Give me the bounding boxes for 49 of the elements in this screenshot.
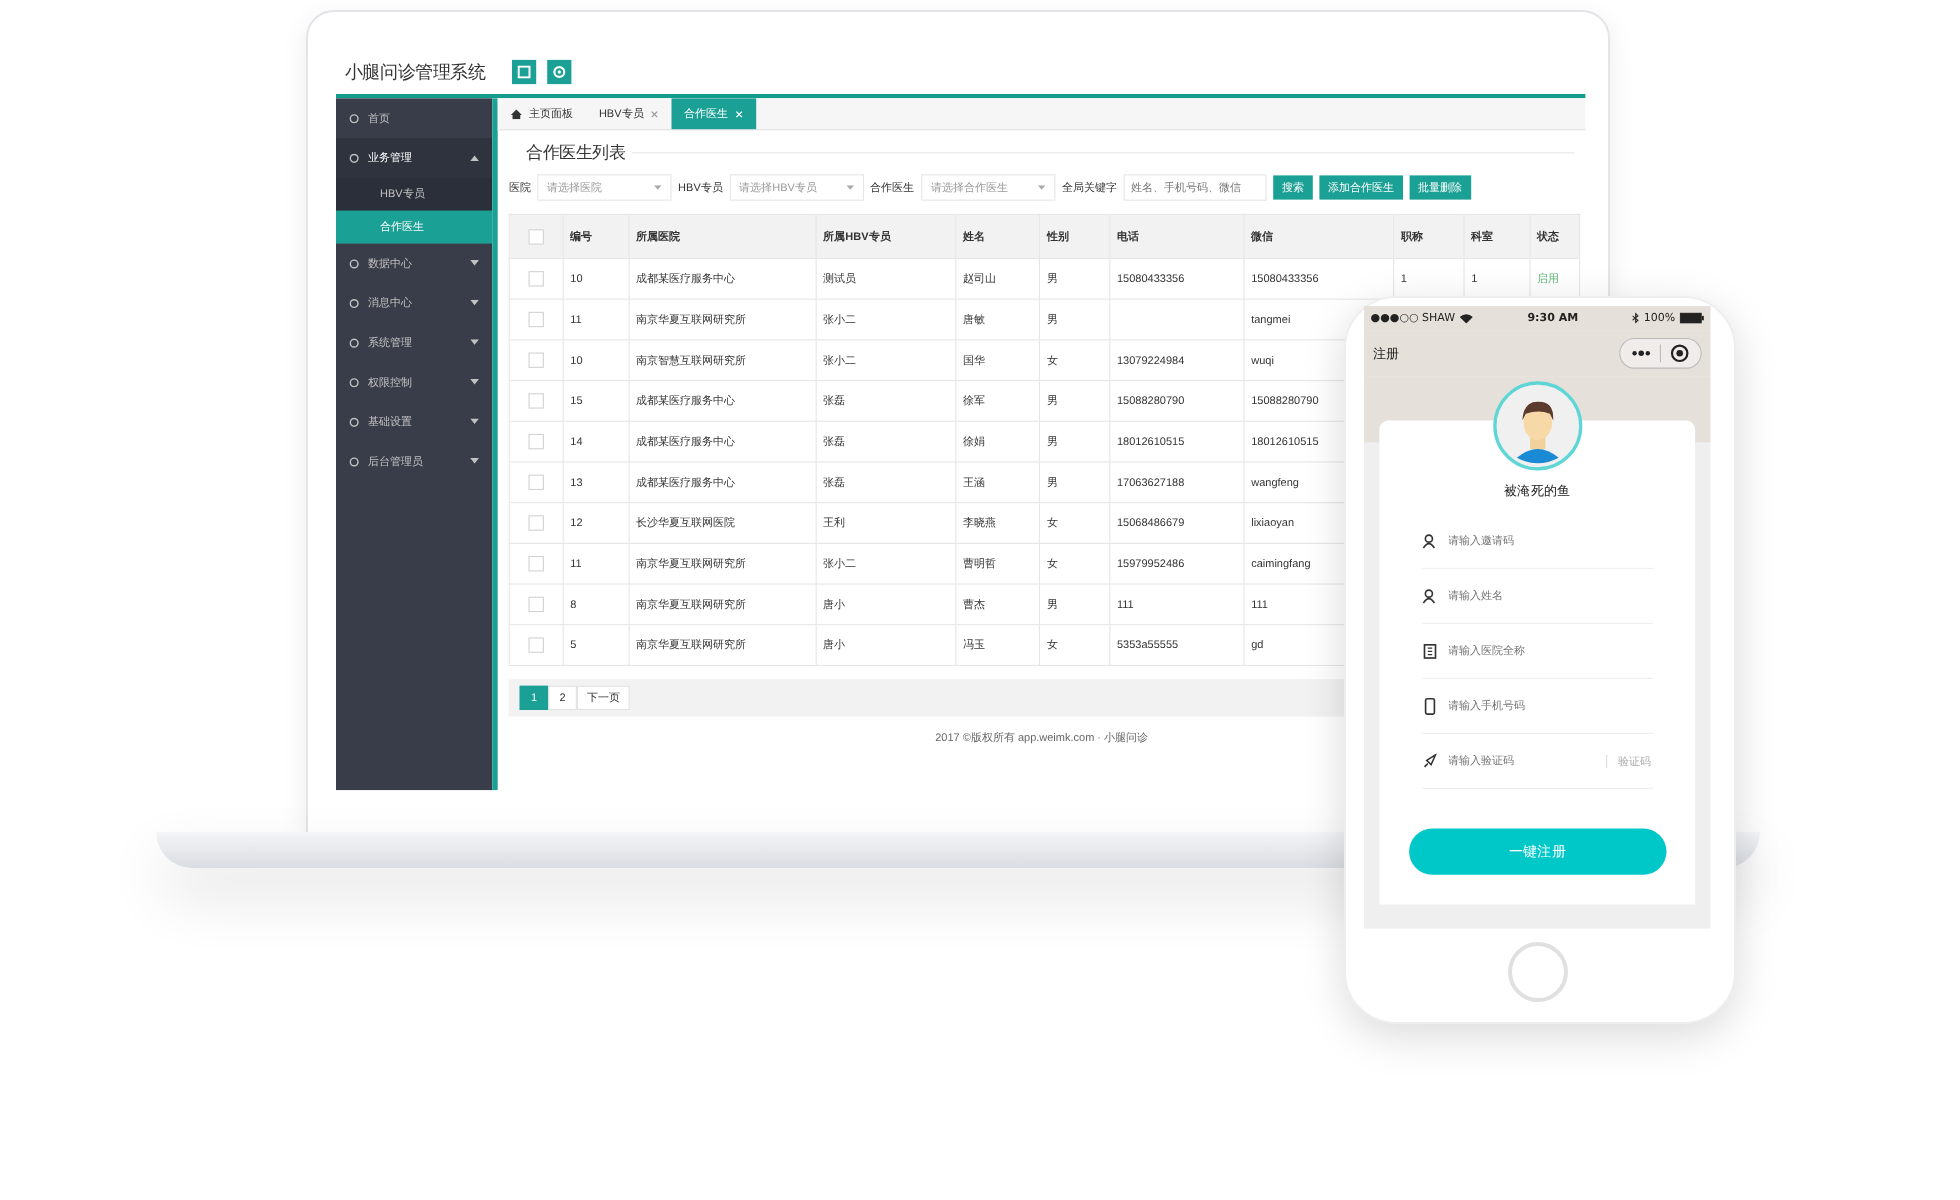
- close-icon[interactable]: [650, 109, 658, 118]
- circle-icon: [349, 298, 360, 308]
- checkbox[interactable]: [528, 596, 544, 613]
- caret-icon: [845, 184, 854, 191]
- rocket-icon: [1421, 753, 1438, 769]
- user-icon: [1421, 533, 1438, 549]
- circle-icon: [349, 377, 360, 388]
- home-button[interactable]: [1508, 942, 1568, 1002]
- circle-icon: [349, 416, 360, 427]
- caret-icon: [470, 339, 479, 346]
- caret-icon: [470, 378, 479, 386]
- checkbox[interactable]: [528, 271, 544, 287]
- checkbox[interactable]: [528, 474, 544, 490]
- mobile-phone-icon: [1421, 697, 1438, 715]
- avatar-icon: [1492, 380, 1583, 471]
- checkbox[interactable]: [528, 515, 544, 531]
- checkbox[interactable]: [528, 228, 544, 245]
- target-icon: [1669, 343, 1690, 364]
- checkbox[interactable]: [528, 433, 544, 450]
- caret-icon: [470, 299, 479, 307]
- circle-icon: [349, 456, 360, 467]
- home-icon: [510, 108, 522, 119]
- circle-icon: [349, 258, 360, 269]
- caret-icon: [653, 184, 662, 191]
- caret-icon: [470, 418, 479, 426]
- circle-icon: [349, 337, 360, 348]
- refresh-button[interactable]: [547, 59, 572, 85]
- checkbox[interactable]: [528, 311, 544, 328]
- checkbox[interactable]: [528, 637, 544, 653]
- square-icon: [517, 65, 531, 79]
- caret-icon: [470, 154, 479, 162]
- user-icon: [1421, 588, 1438, 604]
- more-icon: [1631, 350, 1652, 357]
- panel-title: 合作医生列表: [526, 141, 626, 163]
- caret-icon: [470, 458, 479, 465]
- capsule-button[interactable]: [1619, 337, 1702, 369]
- caret-icon: [470, 260, 479, 267]
- circle-icon: [349, 113, 360, 124]
- wifi-icon: [1459, 313, 1473, 324]
- circle-icon: [349, 152, 360, 163]
- checkbox[interactable]: [528, 556, 544, 572]
- app-title: 小腿问诊管理系统: [344, 60, 486, 84]
- menu-toggle-button[interactable]: [512, 59, 537, 85]
- checkbox[interactable]: [528, 352, 544, 368]
- building-icon: [1421, 643, 1438, 659]
- target-icon: [552, 65, 566, 79]
- battery-icon: [1679, 312, 1704, 324]
- checkbox[interactable]: [528, 393, 544, 409]
- caret-icon: [1037, 184, 1045, 191]
